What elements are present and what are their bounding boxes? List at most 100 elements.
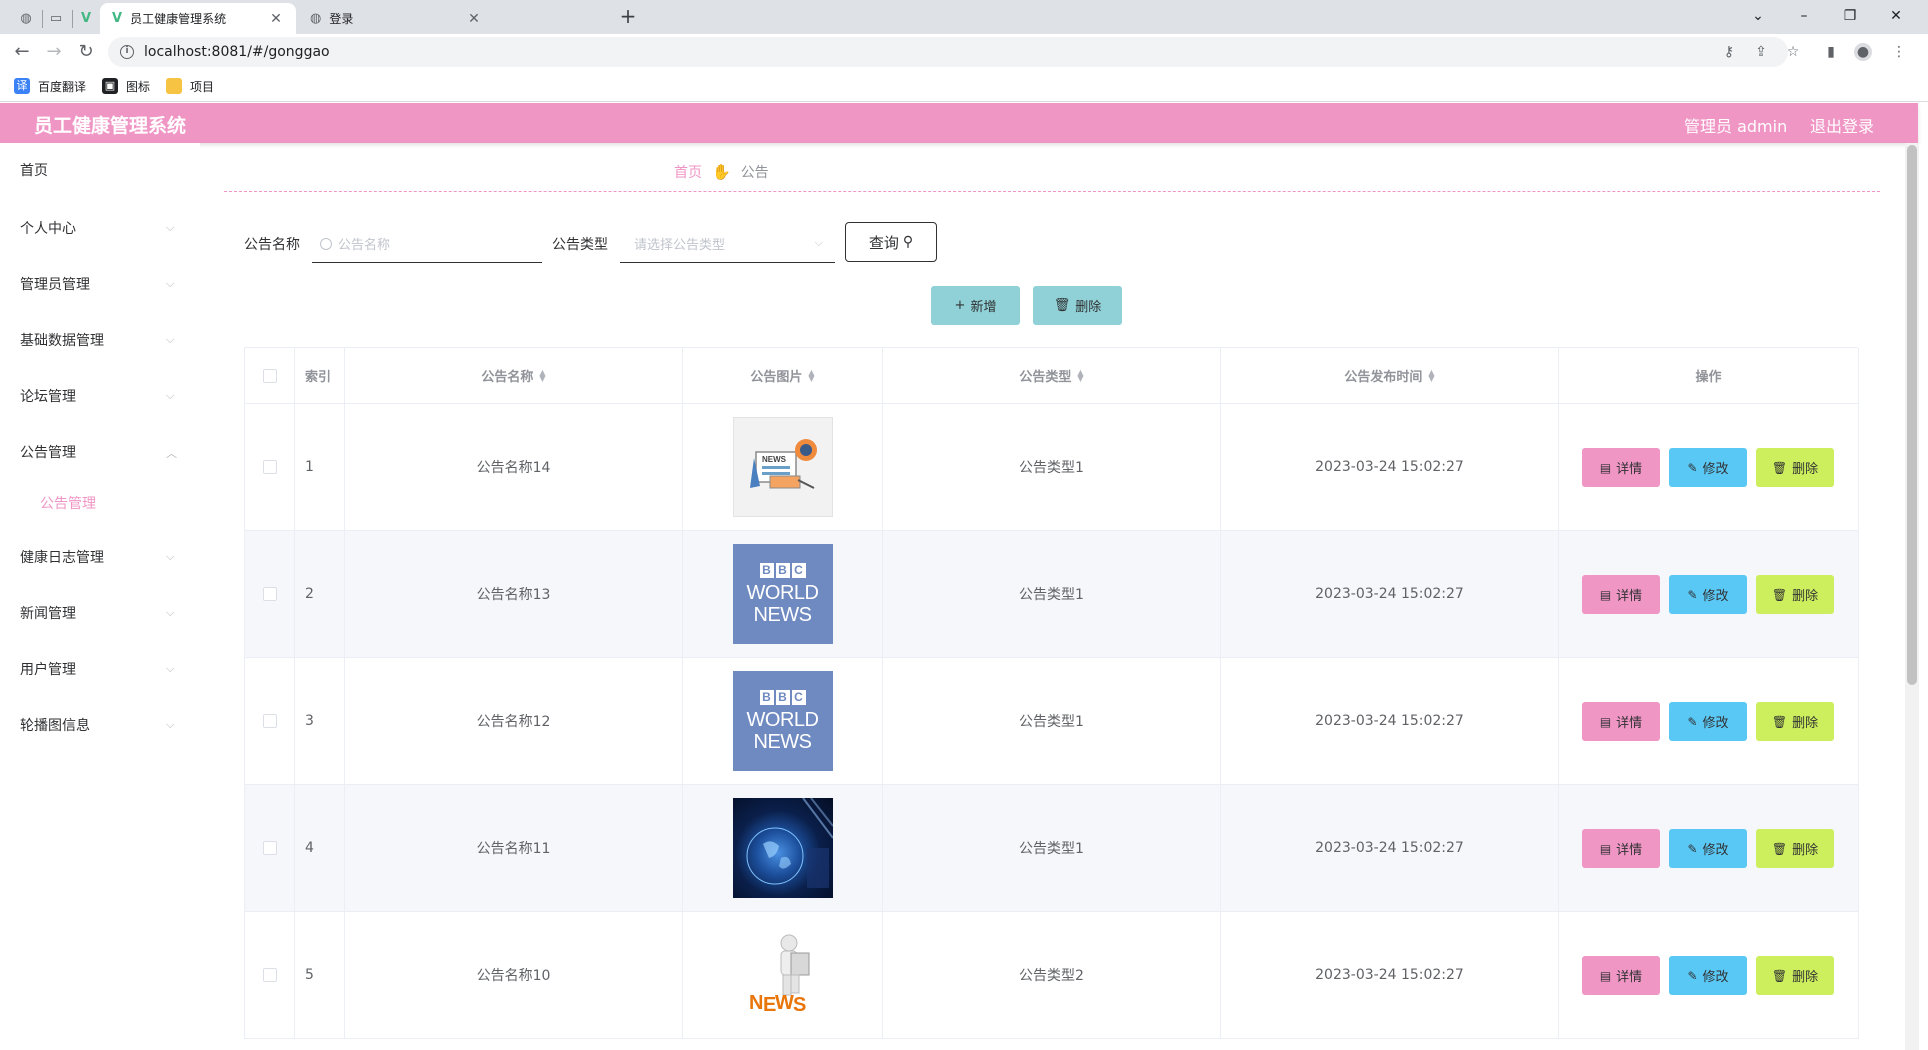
sidebar-item-forum[interactable]: 论坛管理 ⌵ bbox=[0, 376, 200, 416]
select-all-checkbox[interactable] bbox=[262, 368, 277, 383]
scrollbar-thumb[interactable] bbox=[1907, 145, 1917, 685]
bookmark-project[interactable]: 项目 bbox=[166, 76, 214, 96]
forward-icon[interactable]: → bbox=[42, 40, 66, 64]
minimize-button[interactable]: – bbox=[1792, 4, 1816, 28]
sidebar-item-users[interactable]: 用户管理 ⌵ bbox=[0, 649, 200, 689]
sidebar-item-admins[interactable]: 管理员管理 ⌵ bbox=[0, 264, 200, 304]
row-checkbox[interactable] bbox=[262, 714, 277, 728]
sidebar-item-personal[interactable]: 个人中心 ⌵ bbox=[0, 208, 200, 248]
row-checkbox[interactable] bbox=[262, 587, 277, 601]
edit-button[interactable]: ✎ 修改 bbox=[1669, 575, 1747, 614]
key-icon[interactable]: ⚷ bbox=[1720, 43, 1738, 61]
time-value: 2023-03-24 15:02:27 bbox=[1315, 713, 1464, 729]
delete-label: 删除 bbox=[1792, 970, 1819, 985]
sidebar-item-health-log[interactable]: 健康日志管理 ⌵ bbox=[0, 537, 200, 577]
sidebar-item-base-data[interactable]: 基础数据管理 ⌵ bbox=[0, 320, 200, 360]
tab-employee-health[interactable]: V 员工健康管理系统 ✕ bbox=[100, 3, 296, 34]
document-icon: ▤ bbox=[1599, 714, 1612, 729]
header-time[interactable]: 公告发布时间 ▲ ▼ bbox=[1221, 348, 1559, 403]
header-type[interactable]: 公告类型 ▲ ▼ bbox=[883, 348, 1221, 403]
profile-icon[interactable]: ● bbox=[1854, 43, 1872, 61]
url-field[interactable]: i localhost:8081/#/gonggao bbox=[108, 37, 1788, 67]
row-type: 公告类型2 bbox=[883, 912, 1221, 1038]
detail-button[interactable]: ▤ 详情 bbox=[1582, 829, 1660, 868]
header-index: 索引 bbox=[295, 348, 345, 403]
tab-login[interactable]: ◍ 登录 ✕ bbox=[298, 3, 494, 34]
app-title: 员工健康管理系统 bbox=[34, 115, 187, 137]
detail-button[interactable]: ▤ 详情 bbox=[1582, 448, 1660, 487]
row-time: 2023-03-24 15:02:27 bbox=[1221, 912, 1559, 1038]
window-close-button[interactable]: ✕ bbox=[1884, 4, 1908, 28]
sort-icon[interactable]: ▲ ▼ bbox=[808, 368, 814, 382]
close-icon[interactable]: ✕ bbox=[268, 11, 284, 27]
reload-icon[interactable]: ↻ bbox=[74, 40, 98, 64]
page-scrollbar[interactable] bbox=[1905, 143, 1919, 1050]
row-index: 3 bbox=[295, 658, 345, 784]
globe-icon[interactable]: ◍ bbox=[14, 6, 38, 30]
delete-button[interactable]: 🗑 删除 bbox=[1756, 956, 1834, 995]
side-panel-icon[interactable]: ▮ bbox=[1822, 43, 1840, 61]
bookmark-icons[interactable]: ▣ 图标 bbox=[102, 76, 150, 96]
row-checkbox[interactable] bbox=[262, 841, 277, 855]
query-button[interactable]: 查询 ⚲ bbox=[845, 222, 937, 262]
close-icon[interactable]: ✕ bbox=[466, 11, 482, 27]
detail-button[interactable]: ▤ 详情 bbox=[1582, 702, 1660, 741]
sidebar-item-news[interactable]: 新闻管理 ⌵ bbox=[0, 593, 200, 633]
blank-tab-icon[interactable]: ▭ bbox=[44, 6, 68, 30]
chevron-up-icon: ︿ bbox=[166, 447, 177, 460]
sort-icon[interactable]: ▲ ▼ bbox=[1428, 368, 1434, 382]
edit-button[interactable]: ✎ 修改 bbox=[1669, 956, 1747, 995]
delete-button[interactable]: 🗑 删除 bbox=[1756, 702, 1834, 741]
menu-dots-icon[interactable]: ⋮ bbox=[1890, 43, 1908, 61]
breadcrumb-home[interactable]: 首页 bbox=[674, 162, 702, 182]
delete-button[interactable]: 🗑 删除 bbox=[1756, 829, 1834, 868]
trash-icon: 🗑 bbox=[1053, 298, 1071, 313]
sidebar-item-notices[interactable]: 公告管理 ︿ bbox=[0, 432, 200, 472]
bbc-world-text: WORLD bbox=[746, 708, 819, 731]
sidebar-subitem-notices[interactable]: 公告管理 bbox=[0, 483, 200, 523]
type-select[interactable]: 请选择公告类型 ⌵ bbox=[620, 225, 835, 263]
detail-button[interactable]: ▤ 详情 bbox=[1582, 956, 1660, 995]
batch-delete-button[interactable]: 🗑 删除 bbox=[1033, 286, 1122, 325]
add-button[interactable]: + 新增 bbox=[931, 286, 1020, 325]
row-checkbox[interactable] bbox=[262, 968, 277, 982]
sort-icon[interactable]: ▲ ▼ bbox=[539, 368, 545, 382]
star-icon[interactable]: ☆ bbox=[1784, 43, 1802, 61]
logout-link[interactable]: 退出登录 bbox=[1810, 113, 1874, 137]
row-type: 公告类型1 bbox=[883, 658, 1221, 784]
edit-button[interactable]: ✎ 修改 bbox=[1669, 829, 1747, 868]
delete-label: 删除 bbox=[1792, 843, 1819, 858]
detail-button[interactable]: ▤ 详情 bbox=[1582, 575, 1660, 614]
sidebar-item-carousel[interactable]: 轮播图信息 ⌵ bbox=[0, 705, 200, 745]
edit-button[interactable]: ✎ 修改 bbox=[1669, 448, 1747, 487]
info-icon[interactable]: i bbox=[120, 45, 134, 59]
chevron-down-icon: ⌵ bbox=[166, 277, 175, 290]
sidebar-subitem-label: 公告管理 bbox=[40, 496, 96, 512]
name-placeholder: 公告名称 bbox=[338, 238, 391, 253]
delete-button[interactable]: 🗑 删除 bbox=[1756, 448, 1834, 487]
vue-icon[interactable]: V bbox=[74, 6, 98, 30]
restore-button[interactable]: ❐ bbox=[1838, 4, 1862, 28]
tab-search-icon[interactable]: ⌄ bbox=[1746, 4, 1770, 28]
news-figure-image: NEWS bbox=[732, 925, 833, 1025]
bookmark-translate[interactable]: 译 百度翻译 bbox=[14, 76, 86, 96]
delete-button[interactable]: 🗑 删除 bbox=[1756, 575, 1834, 614]
address-bar-row: ← → ↻ i localhost:8081/#/gonggao ⚷ ⇪ ☆ ▮… bbox=[0, 34, 1928, 70]
new-tab-button[interactable]: + bbox=[616, 5, 640, 29]
sidebar-item-home[interactable]: 首页 bbox=[0, 150, 200, 190]
header-image[interactable]: 公告图片 ▲ ▼ bbox=[683, 348, 883, 403]
notice-table: 索引 公告名称 ▲ ▼ 公告图片 ▲ ▼ 公告类型 ▲ ▼ 公告发布时间 ▲ ▼ 操作 1 公告… bbox=[244, 347, 1859, 1039]
chevron-down-icon: ⌵ bbox=[166, 333, 175, 346]
name-search-input[interactable]: 公告名称 bbox=[312, 225, 542, 263]
delete-label: 删除 bbox=[1792, 589, 1819, 604]
time-value: 2023-03-24 15:02:27 bbox=[1315, 967, 1464, 983]
edit-button[interactable]: ✎ 修改 bbox=[1669, 702, 1747, 741]
row-checkbox[interactable] bbox=[262, 460, 277, 474]
type-label: 公告类型 bbox=[552, 237, 608, 253]
row-checkbox-cell bbox=[245, 785, 295, 911]
sort-icon[interactable]: ▲ ▼ bbox=[1077, 368, 1083, 382]
header-name[interactable]: 公告名称 ▲ ▼ bbox=[345, 348, 683, 403]
back-icon[interactable]: ← bbox=[10, 40, 34, 64]
share-icon[interactable]: ⇪ bbox=[1752, 43, 1770, 61]
trash-icon: 🗑 bbox=[1771, 587, 1788, 602]
